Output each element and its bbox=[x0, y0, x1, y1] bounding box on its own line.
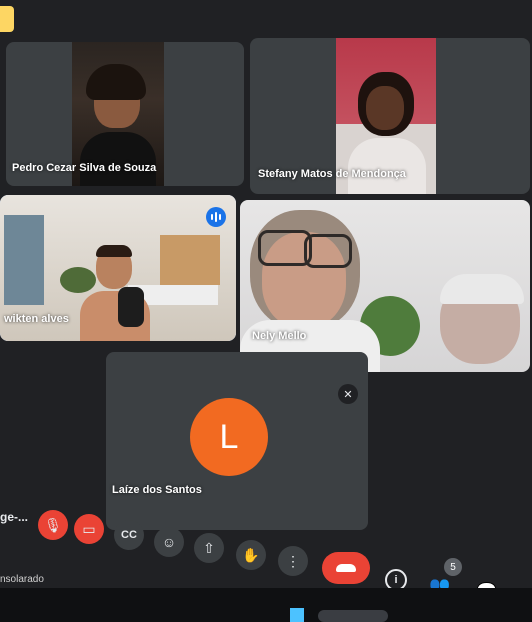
more-options-icon: ⋮ bbox=[286, 552, 300, 569]
raise-hand-icon: ✋ bbox=[242, 546, 260, 563]
meet-screen: Pedro Cezar Silva de Souza Stefany Matos… bbox=[0, 0, 532, 622]
emoji-button[interactable]: ☺ bbox=[154, 527, 184, 557]
windows-start-icon[interactable] bbox=[290, 608, 304, 622]
participant-tile-pedro[interactable]: Pedro Cezar Silva de Souza bbox=[6, 42, 244, 186]
avatar-initial: L bbox=[219, 417, 239, 456]
participant-tile-laize[interactable]: ✕ L Laíze dos Santos bbox=[106, 352, 368, 530]
meeting-name: ge-... bbox=[0, 510, 29, 524]
captions-icon: CC bbox=[121, 529, 137, 541]
participant-count-badge: 5 bbox=[444, 558, 462, 576]
mic-off-icon: ✕ bbox=[338, 384, 358, 404]
weather-text: nsolarado bbox=[0, 574, 44, 585]
participant-tile-nely[interactable]: Nely Mello bbox=[240, 200, 530, 372]
participant-video bbox=[240, 200, 530, 372]
participant-name: Pedro Cezar Silva de Souza bbox=[12, 162, 157, 174]
end-call-icon bbox=[336, 564, 356, 572]
participant-tile-stefany[interactable]: Stefany Matos de Mendonça bbox=[250, 38, 530, 194]
screen-share-off-icon[interactable] bbox=[0, 6, 14, 32]
participant-tile-wikten[interactable]: wikten alves bbox=[0, 195, 236, 341]
present-button[interactable]: ⇧ bbox=[194, 533, 224, 563]
captions-button[interactable]: CC bbox=[114, 520, 144, 550]
end-call-button[interactable] bbox=[322, 552, 370, 584]
taskbar: nsolarado bbox=[0, 574, 532, 622]
present-icon: ⇧ bbox=[203, 539, 215, 556]
raise-hand-button[interactable]: ✋ bbox=[236, 540, 266, 570]
mic-toggle-button[interactable]: 🎙 bbox=[38, 510, 68, 540]
participant-name: Stefany Matos de Mendonça bbox=[258, 168, 406, 180]
avatar: L bbox=[190, 398, 268, 476]
speaking-indicator-icon bbox=[206, 207, 226, 227]
camera-off-icon: ▭ bbox=[82, 520, 96, 537]
participant-name: Nely Mello bbox=[252, 330, 307, 342]
participant-name: wikten alves bbox=[4, 313, 69, 325]
participant-name: Laíze dos Santos bbox=[112, 484, 202, 496]
camera-toggle-button[interactable]: ▭ bbox=[74, 514, 104, 544]
more-options-button[interactable]: ⋮ bbox=[278, 546, 308, 576]
mic-off-icon: 🎙 bbox=[44, 516, 62, 533]
taskbar-search-box[interactable] bbox=[318, 610, 388, 622]
emoji-icon: ☺ bbox=[161, 534, 177, 550]
